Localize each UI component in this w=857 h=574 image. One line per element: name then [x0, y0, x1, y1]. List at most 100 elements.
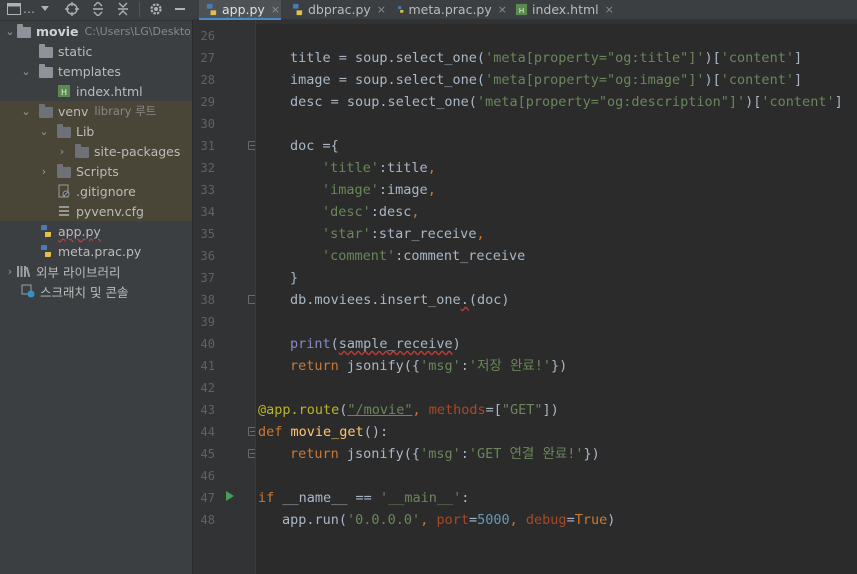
tab-label: index.html — [532, 2, 599, 17]
toolbar-divider — [139, 2, 140, 17]
tree-item-app-py[interactable]: app.py — [0, 221, 193, 241]
close-icon[interactable]: × — [498, 3, 507, 16]
line-number: 35 — [200, 227, 215, 241]
tree-item-label: templates — [58, 63, 121, 79]
chevron-down-icon[interactable]: ⌄ — [20, 61, 32, 81]
tree-item-scratches[interactable]: 스크래치 및 콘솔 — [0, 281, 193, 301]
tab-label: meta.prac.py — [408, 2, 492, 17]
chevron-right-icon[interactable]: › — [4, 261, 16, 281]
expand-all-icon[interactable] — [89, 0, 107, 18]
tree-item-site-packages[interactable]: › site-packages — [0, 141, 193, 161]
code-line: title = soup.select_one('meta[property="… — [290, 50, 803, 66]
python-file-icon — [292, 3, 303, 16]
tree-item-label: 스크래치 및 콘솔 — [40, 284, 129, 300]
chevron-down-icon[interactable]: ⌄ — [20, 101, 32, 121]
line-number: 39 — [200, 315, 215, 329]
code-line: 'title':title, — [322, 160, 436, 176]
code-line: app.run('0.0.0.0', port=5000, debug=True… — [282, 512, 616, 528]
close-icon[interactable]: × — [605, 3, 614, 16]
line-number: 40 — [200, 337, 215, 351]
line-number: 47 — [200, 491, 215, 505]
svg-text:H: H — [61, 88, 67, 97]
chevron-down-icon[interactable] — [38, 0, 52, 18]
tab-label: dbprac.py — [308, 2, 371, 17]
folder-icon — [56, 163, 72, 179]
close-icon[interactable]: × — [377, 3, 386, 16]
locate-icon[interactable] — [63, 0, 81, 18]
folder-icon — [38, 63, 54, 79]
code-line: 'image':image, — [322, 182, 436, 198]
gear-icon[interactable] — [147, 0, 165, 18]
line-number: 42 — [200, 381, 215, 395]
tab-meta-prac-py[interactable]: meta.prac.py × — [391, 0, 507, 19]
code-line: 'comment':comment_receive — [322, 248, 526, 264]
tree-item-label: .gitignore — [76, 183, 136, 199]
line-number: 26 — [200, 29, 215, 43]
tree-item-meta-prac-py[interactable]: meta.prac.py — [0, 241, 193, 261]
hide-panel-icon[interactable] — [172, 0, 188, 18]
close-icon[interactable]: × — [271, 3, 280, 16]
folder-icon — [74, 143, 90, 159]
chevron-down-icon[interactable]: ⌄ — [4, 21, 16, 41]
line-number: 44 — [200, 425, 215, 439]
line-number: 28 — [200, 73, 215, 87]
line-number: 30 — [200, 117, 215, 131]
tab-app-py[interactable]: app.py × — [199, 0, 281, 20]
code-line: @app.route("/movie", methods=["GET"]) — [258, 402, 559, 418]
tree-item-templates[interactable]: ⌄ templates — [0, 61, 193, 81]
line-number: 46 — [200, 469, 215, 483]
tab-index-html[interactable]: H index.html × — [509, 0, 619, 19]
tree-item-index-html[interactable]: H index.html — [0, 81, 193, 101]
tree-item-scripts[interactable]: › Scripts — [0, 161, 193, 181]
folder-icon — [38, 103, 54, 119]
line-number: 36 — [200, 249, 215, 263]
code-line: image = soup.select_one('meta[property="… — [290, 72, 803, 88]
code-line: desc = soup.select_one('meta[property="o… — [290, 94, 843, 110]
line-number: 37 — [200, 271, 215, 285]
project-view-label: … — [23, 2, 35, 16]
chevron-right-icon[interactable]: › — [38, 161, 50, 181]
folder-icon — [16, 23, 32, 39]
tree-item-label: Lib — [76, 123, 95, 139]
python-file-icon — [398, 6, 404, 13]
tree-item-pyvenv-cfg[interactable]: pyvenv.cfg — [0, 201, 193, 221]
config-file-icon — [56, 203, 72, 219]
run-icon[interactable] — [226, 491, 234, 501]
project-panel: … ⌄ movie C:\Users\LG\Deskto static ⌄ te… — [0, 0, 193, 574]
line-number: 48 — [200, 513, 215, 527]
line-number: 29 — [200, 95, 215, 109]
line-number: 27 — [200, 51, 215, 65]
project-toolbar: … — [0, 0, 193, 21]
tree-item-gitignore[interactable]: .gitignore — [0, 181, 193, 201]
scratch-icon — [20, 283, 36, 299]
chevron-down-icon[interactable]: ⌄ — [38, 121, 50, 141]
tree-item-label: movie — [36, 23, 79, 39]
tree-item-venv[interactable]: ⌄ venv library 루트 — [0, 101, 193, 121]
tree-item-external-libraries[interactable]: › 외부 라이브러리 — [0, 261, 193, 281]
tab-dbprac-py[interactable]: dbprac.py × — [285, 0, 389, 19]
tree-item-label: Scripts — [76, 163, 119, 179]
code-line: } — [290, 270, 299, 286]
tree-item-movie[interactable]: ⌄ movie C:\Users\LG\Deskto — [0, 21, 193, 41]
code-line: def movie_get(): — [258, 424, 389, 440]
chevron-right-icon[interactable]: › — [56, 141, 68, 161]
library-icon — [16, 263, 32, 279]
tree-item-label: static — [58, 43, 93, 59]
tree-item-path: C:\Users\LG\Deskto — [84, 24, 191, 38]
html-file-icon: H — [56, 83, 72, 99]
collapse-all-icon[interactable] — [114, 0, 132, 18]
tree-item-label: index.html — [76, 83, 143, 99]
svg-text:H: H — [519, 6, 525, 15]
tree-item-lib[interactable]: ⌄ Lib — [0, 121, 193, 141]
tree-item-static[interactable]: static — [0, 41, 193, 61]
code-line: if __name__ == '__main__': — [258, 490, 470, 506]
indent-guide — [255, 20, 256, 574]
python-file-icon — [38, 243, 54, 259]
tree-item-label: venv — [58, 103, 89, 119]
code-line: 'star':star_receive, — [322, 226, 485, 242]
code-editor[interactable]: title = soup.select_one('meta[property="… — [255, 20, 857, 574]
tree-item-label: meta.prac.py — [58, 243, 142, 259]
project-view-dropdown[interactable]: … — [6, 0, 36, 18]
line-number: 33 — [200, 183, 215, 197]
line-number: 32 — [200, 161, 215, 175]
